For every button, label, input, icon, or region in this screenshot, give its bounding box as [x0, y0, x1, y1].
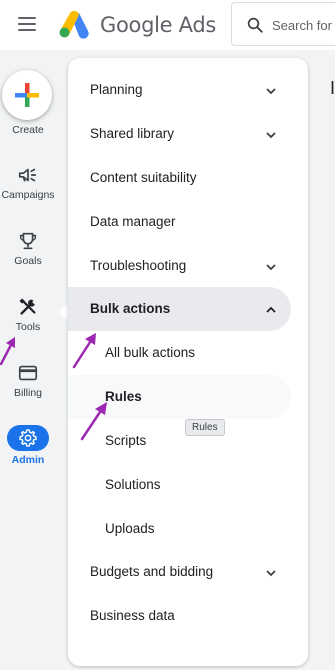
menu-label-content-suitability: Content suitability	[90, 170, 197, 185]
chevron-down-icon	[266, 570, 276, 577]
rail-item-admin[interactable]: Admin	[0, 425, 56, 466]
menu-item-business-data[interactable]: Business data	[68, 594, 308, 638]
tools-icon	[19, 298, 36, 315]
menu-label-bulk-actions: Bulk actions	[90, 301, 171, 316]
menu-item-content-suitability[interactable]: Content suitability	[68, 156, 308, 200]
gear-icon	[19, 429, 37, 447]
menu-label-planning: Planning	[90, 82, 143, 97]
menu-label-all-bulk-actions: All bulk actions	[105, 345, 196, 360]
rail-label-billing: Billing	[13, 387, 42, 399]
menu-item-troubleshooting[interactable]: Troubleshooting	[68, 244, 308, 288]
menu-item-budgets-and-bidding[interactable]: Budgets and bidding	[68, 550, 308, 594]
rail-label-goals: Goals	[14, 255, 42, 267]
annotation-arrow-rules	[80, 402, 107, 441]
menu-item-planning[interactable]: Planning	[68, 68, 308, 112]
menu-item-shared-library[interactable]: Shared library	[68, 112, 308, 156]
menu-item-all-bulk-actions[interactable]: All bulk actions	[68, 331, 308, 375]
tools-menu-panel: Planning Shared library Content suitabil…	[68, 58, 308, 666]
chevron-down-icon	[266, 88, 276, 95]
menu-item-solutions[interactable]: Solutions	[68, 463, 308, 507]
create-label: Create	[12, 124, 44, 136]
credit-card-icon	[18, 365, 38, 381]
rail-item-billing[interactable]: Billing	[0, 362, 56, 399]
rail-label-admin: Admin	[11, 454, 45, 466]
rail-item-goals[interactable]: Goals	[0, 230, 56, 267]
menu-item-bulk-actions[interactable]: Bulk actions	[68, 287, 291, 331]
menu-label-shared-library: Shared library	[90, 126, 175, 141]
top-bar: Google Ads Search for	[0, 0, 335, 50]
search-placeholder: Search for	[272, 18, 332, 33]
create-button[interactable]	[2, 70, 52, 120]
rail-item-campaigns[interactable]: Campaigns	[0, 164, 56, 201]
app-name: Google Ads	[100, 13, 216, 37]
main-menu-icon[interactable]	[18, 16, 38, 32]
chevron-down-icon	[266, 264, 276, 271]
menu-label-budgets-and-bidding: Budgets and bidding	[90, 564, 214, 579]
annotation-arrow-tools	[0, 337, 15, 365]
rail-label-campaigns: Campaigns	[1, 189, 55, 201]
chevron-down-icon	[266, 132, 276, 139]
annotation-arrow-bulk-actions	[72, 333, 96, 369]
admin-pill	[7, 425, 49, 451]
search-box[interactable]: Search for	[231, 2, 335, 46]
menu-label-business-data: Business data	[90, 608, 175, 623]
menu-item-data-manager[interactable]: Data manager	[68, 200, 308, 244]
megaphone-icon	[18, 168, 37, 182]
rules-tooltip: Rules	[185, 419, 225, 436]
rail-item-tools[interactable]: Tools	[0, 296, 56, 333]
chevron-up-icon	[266, 306, 276, 313]
menu-item-uploads[interactable]: Uploads	[68, 507, 308, 551]
rail-label-tools: Tools	[15, 321, 41, 333]
menu-label-troubleshooting: Troubleshooting	[90, 258, 187, 273]
search-icon	[247, 17, 263, 33]
google-ads-logo	[59, 10, 89, 39]
trophy-icon	[19, 232, 37, 250]
menu-label-data-manager: Data manager	[90, 214, 176, 229]
page-heading-fragment: I	[330, 78, 335, 98]
menu-label-solutions: Solutions	[105, 477, 161, 492]
plus-icon	[15, 83, 39, 107]
menu-label-uploads: Uploads	[105, 521, 155, 536]
